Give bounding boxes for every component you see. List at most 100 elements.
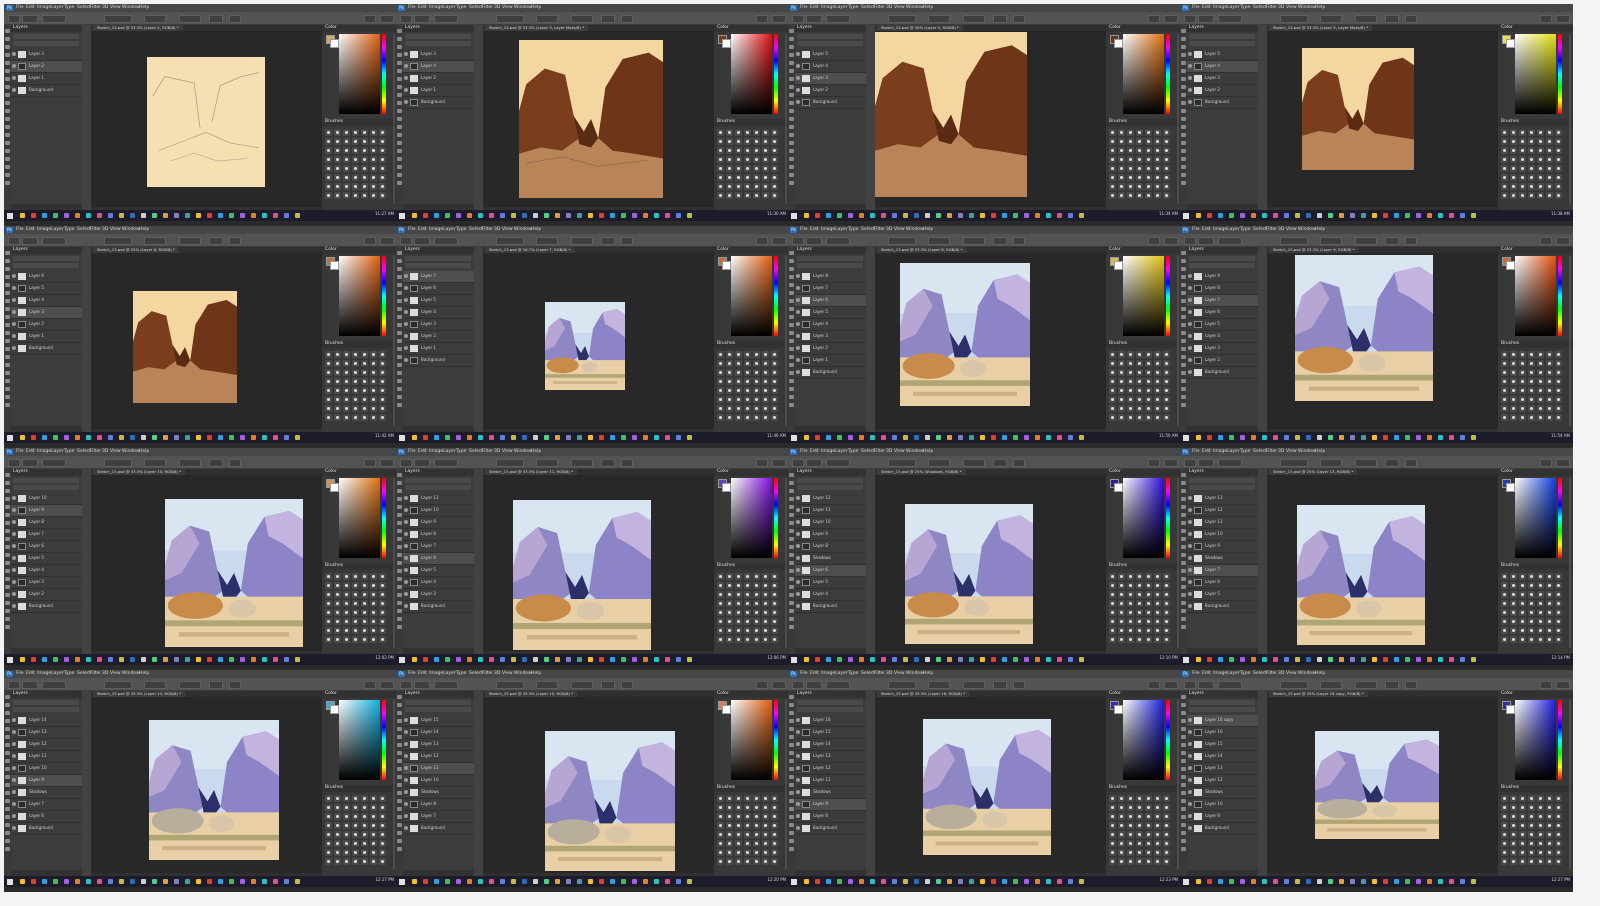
brush-preset[interactable] xyxy=(1136,636,1143,643)
option-control[interactable] xyxy=(963,15,985,23)
taskbar-app-icon[interactable] xyxy=(1079,657,1084,662)
menu-3d[interactable]: 3D xyxy=(1278,227,1284,233)
brush-preset[interactable] xyxy=(1537,369,1544,376)
menu-view[interactable]: View xyxy=(502,227,513,233)
taskbar-app-icon[interactable] xyxy=(566,435,571,440)
menu-type[interactable]: Type xyxy=(456,227,466,233)
visibility-eye-icon[interactable] xyxy=(796,370,800,374)
taskbar-app-icon[interactable] xyxy=(1438,435,1443,440)
taskbar-app-icon[interactable] xyxy=(467,657,472,662)
brush-preset[interactable] xyxy=(735,858,742,865)
menu-file[interactable]: File xyxy=(408,671,416,677)
menu-window[interactable]: Window xyxy=(514,227,532,233)
color-panel-title[interactable]: Color xyxy=(1109,25,1121,31)
brush-preset[interactable] xyxy=(771,387,778,394)
taskbar-app-icon[interactable] xyxy=(152,879,157,884)
layers-panel-title[interactable]: Layers xyxy=(797,247,812,253)
brush-preset[interactable] xyxy=(1519,414,1526,421)
option-control[interactable] xyxy=(229,681,241,689)
menu-layer[interactable]: Layer xyxy=(443,227,456,233)
taskbar-app-icon[interactable] xyxy=(1251,879,1256,884)
canvas-area[interactable]: Sketch_13.psd @ 33.3% (Layer 14, RGB/8) … xyxy=(91,691,322,873)
brush-preset[interactable] xyxy=(343,858,350,865)
option-control[interactable] xyxy=(1556,15,1570,23)
brushes-panel-title[interactable]: Brushes xyxy=(717,563,735,569)
brush-preset[interactable] xyxy=(1537,396,1544,403)
taskbar-app-icon[interactable] xyxy=(273,879,278,884)
brush-preset[interactable] xyxy=(352,795,359,802)
option-control[interactable] xyxy=(993,681,1007,689)
brush-preset[interactable] xyxy=(379,156,386,163)
brush-preset[interactable] xyxy=(370,147,377,154)
brush-preset[interactable] xyxy=(1546,627,1553,634)
brush-preset[interactable] xyxy=(1145,831,1152,838)
brush-preset[interactable] xyxy=(744,405,751,412)
option-control[interactable] xyxy=(571,15,593,23)
tool-icon[interactable] xyxy=(1181,791,1186,795)
brush-preset[interactable] xyxy=(343,618,350,625)
taskbar-app-icon[interactable] xyxy=(1339,213,1344,218)
brush-preset[interactable] xyxy=(726,378,733,385)
tool-icon[interactable] xyxy=(1181,371,1186,375)
taskbar-app-icon[interactable] xyxy=(1416,435,1421,440)
tool-icon[interactable] xyxy=(5,45,10,49)
brush-preset[interactable] xyxy=(1510,804,1517,811)
taskbar-app-icon[interactable] xyxy=(577,657,582,662)
brush-preset[interactable] xyxy=(1118,822,1125,829)
brush-preset[interactable] xyxy=(1127,822,1134,829)
option-control[interactable] xyxy=(1385,237,1399,245)
blend-mode-select[interactable] xyxy=(1189,485,1255,490)
tool-icon[interactable] xyxy=(5,585,10,589)
brush-preset[interactable] xyxy=(1154,360,1161,367)
option-control[interactable] xyxy=(1148,15,1160,23)
brush-preset[interactable] xyxy=(1546,804,1553,811)
tool-icon[interactable] xyxy=(789,521,794,525)
brush-preset[interactable] xyxy=(352,609,359,616)
taskbar-app-icon[interactable] xyxy=(500,657,505,662)
menu-type[interactable]: Type xyxy=(456,5,466,11)
menu-layer[interactable]: Layer xyxy=(51,227,64,233)
brush-preset[interactable] xyxy=(1510,405,1517,412)
brush-preset[interactable] xyxy=(1136,822,1143,829)
painting-canvas[interactable] xyxy=(1302,48,1414,170)
brush-preset[interactable] xyxy=(334,627,341,634)
hue-slider[interactable] xyxy=(382,34,386,114)
brush-preset[interactable] xyxy=(735,636,742,643)
brush-preset[interactable] xyxy=(1109,591,1116,598)
visibility-eye-icon[interactable] xyxy=(796,508,800,512)
brush-preset[interactable] xyxy=(1127,795,1134,802)
layer-row[interactable]: Layer 4 xyxy=(11,565,82,577)
taskbar-app-icon[interactable] xyxy=(185,879,190,884)
brush-preset[interactable] xyxy=(735,165,742,172)
visibility-eye-icon[interactable] xyxy=(12,790,16,794)
taskbar-app-icon[interactable] xyxy=(826,879,831,884)
taskbar-app-icon[interactable] xyxy=(31,213,36,218)
tool-icon[interactable] xyxy=(1181,69,1186,73)
tool-icon[interactable] xyxy=(1181,767,1186,771)
taskbar-app-icon[interactable] xyxy=(31,879,36,884)
menu-edit[interactable]: Edit xyxy=(418,5,427,11)
taskbar-app-icon[interactable] xyxy=(284,213,289,218)
tool-icon[interactable] xyxy=(5,815,10,819)
brush-preset[interactable] xyxy=(771,360,778,367)
background-swatch[interactable] xyxy=(1506,705,1515,714)
brush-preset[interactable] xyxy=(726,396,733,403)
option-control[interactable] xyxy=(621,237,633,245)
taskbar-app-icon[interactable] xyxy=(284,435,289,440)
brush-preset[interactable] xyxy=(762,858,769,865)
taskbar-app-icon[interactable] xyxy=(240,213,245,218)
brush-preset[interactable] xyxy=(1109,378,1116,385)
layer-row[interactable]: Layer 12 xyxy=(1187,775,1258,787)
brush-preset[interactable] xyxy=(762,831,769,838)
brush-preset[interactable] xyxy=(1145,636,1152,643)
visibility-eye-icon[interactable] xyxy=(1188,568,1192,572)
taskbar-app-icon[interactable] xyxy=(152,213,157,218)
tool-icon[interactable] xyxy=(789,823,794,827)
option-control[interactable] xyxy=(1540,15,1552,23)
brush-preset[interactable] xyxy=(1145,174,1152,181)
brush-preset[interactable] xyxy=(744,396,751,403)
tool-icon[interactable] xyxy=(5,601,10,605)
brush-preset[interactable] xyxy=(753,600,760,607)
taskbar-app-icon[interactable] xyxy=(804,657,809,662)
brush-preset[interactable] xyxy=(370,405,377,412)
